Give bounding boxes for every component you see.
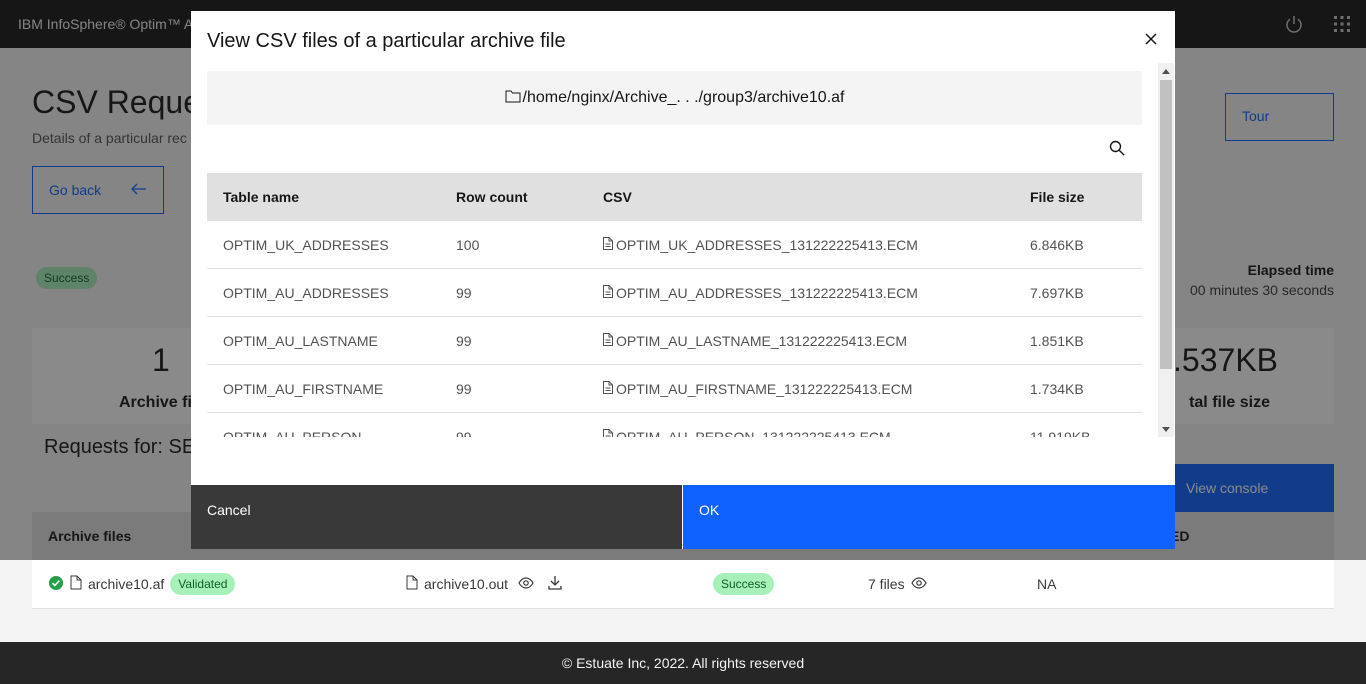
- page-footer: © Estuate Inc, 2022. All rights reserved: [0, 642, 1366, 684]
- csv-files-modal: View CSV files of a particular archive f…: [191, 11, 1175, 549]
- row-count-cell: 99: [456, 429, 472, 437]
- output-file-name[interactable]: archive10.out: [424, 576, 508, 592]
- csv-file-name: OPTIM_AU_LASTNAME_131222225413.ECM: [616, 333, 908, 349]
- file-size-cell: 1.734KB: [1030, 381, 1084, 397]
- files-count[interactable]: 7 files: [868, 576, 905, 592]
- table-name-cell: OPTIM_UK_ADDRESSES: [223, 237, 389, 253]
- csv-file-name: OPTIM_AU_PERSON_131222225413.ECM: [616, 429, 891, 437]
- csv-cell[interactable]: OPTIM_UK_ADDRESSES_131222225413.ECM: [603, 221, 918, 269]
- row-count-cell: 99: [456, 333, 472, 349]
- modal-scrollbar[interactable]: [1158, 63, 1174, 437]
- table-name-cell: OPTIM_AU_PERSON: [223, 429, 362, 437]
- files-cell: 7 files: [868, 560, 927, 608]
- table-name-cell: OPTIM_AU_FIRSTNAME: [223, 381, 384, 397]
- document-icon: [603, 285, 613, 301]
- check-circle-icon: [48, 575, 64, 594]
- status-badge: Success: [713, 573, 775, 595]
- csv-file-name: OPTIM_AU_ADDRESSES_131222225413.ECM: [616, 285, 918, 301]
- table-row: OPTIM_AU_FIRSTNAME 99 OPTIM_AU_FIRSTNAME…: [207, 365, 1142, 413]
- document-icon: [603, 333, 613, 349]
- table-name-cell: OPTIM_AU_ADDRESSES: [223, 285, 389, 301]
- scroll-down-icon[interactable]: [1158, 421, 1174, 437]
- archive-path-text: /home/nginx/Archive_. . ./group3/archive…: [522, 89, 845, 106]
- csv-table-header: Table name Row count CSV File size: [207, 173, 1142, 221]
- csv-cell[interactable]: OPTIM_AU_FIRSTNAME_131222225413.ECM: [603, 365, 912, 413]
- csv-cell[interactable]: OPTIM_AU_LASTNAME_131222225413.ECM: [603, 317, 907, 365]
- file-size-cell: 7.697KB: [1030, 285, 1084, 301]
- folder-icon: [505, 89, 521, 108]
- output-cell: archive10.out: [406, 560, 562, 608]
- document-icon: [406, 575, 418, 593]
- row-count-cell: 100: [456, 237, 480, 253]
- table-name-cell: OPTIM_AU_LASTNAME: [223, 333, 378, 349]
- file-size-cell: 1.851KB: [1030, 333, 1084, 349]
- col-table-name: Table name: [223, 189, 299, 205]
- validated-tag: Validated: [170, 573, 236, 595]
- row-count-cell: 99: [456, 285, 472, 301]
- status-cell: Success: [713, 560, 775, 608]
- scrollbar-thumb[interactable]: [1160, 80, 1172, 369]
- csv-cell[interactable]: OPTIM_AU_ADDRESSES_131222225413.ECM: [603, 269, 918, 317]
- close-icon[interactable]: [1135, 23, 1167, 55]
- document-icon: [70, 575, 82, 593]
- row-count-cell: 99: [456, 381, 472, 397]
- archive-path: /home/nginx/Archive_. . ./group3/archive…: [207, 71, 1142, 125]
- modal-body: /home/nginx/Archive_. . ./group3/archive…: [207, 71, 1142, 437]
- modal-footer: Cancel OK: [191, 485, 1175, 549]
- col-file-size: File size: [1030, 189, 1085, 205]
- search-icon[interactable]: [1109, 140, 1125, 161]
- csv-cell[interactable]: OPTIM_AU_PERSON_131222225413.ECM: [603, 413, 891, 437]
- document-icon: [603, 237, 613, 253]
- csv-file-name: OPTIM_AU_FIRSTNAME_131222225413.ECM: [616, 381, 913, 397]
- table-row: archive10.af Validated archive10.out Suc…: [32, 560, 1334, 609]
- document-icon: [603, 429, 613, 437]
- table-row: OPTIM_UK_ADDRESSES 100 OPTIM_UK_ADDRESSE…: [207, 221, 1142, 269]
- archive-file-name[interactable]: archive10.af: [88, 576, 164, 592]
- download-icon[interactable]: [548, 575, 562, 593]
- scroll-up-icon[interactable]: [1158, 63, 1174, 79]
- ok-button[interactable]: OK: [683, 485, 1175, 549]
- na-cell: NA: [1037, 560, 1056, 608]
- col-csv: CSV: [603, 189, 632, 205]
- file-size-cell: 11.919KB: [1030, 429, 1091, 437]
- table-row: OPTIM_AU_LASTNAME 99 OPTIM_AU_LASTNAME_1…: [207, 317, 1142, 365]
- csv-file-name: OPTIM_UK_ADDRESSES_131222225413.ECM: [616, 237, 918, 253]
- copyright-text: © Estuate Inc, 2022. All rights reserved: [561, 655, 805, 671]
- na-value: NA: [1037, 576, 1057, 592]
- csv-table: Table name Row count CSV File size OPTIM…: [207, 173, 1142, 437]
- archive-cell: archive10.af Validated: [48, 560, 236, 608]
- cancel-button[interactable]: Cancel: [191, 485, 682, 549]
- file-size-cell: 6.846KB: [1030, 237, 1084, 253]
- document-icon: [603, 381, 613, 397]
- view-icon[interactable]: [910, 576, 927, 592]
- table-row: OPTIM_AU_PERSON 99 OPTIM_AU_PERSON_13122…: [207, 413, 1142, 437]
- view-icon[interactable]: [518, 576, 534, 592]
- modal-title: View CSV files of a particular archive f…: [207, 30, 566, 52]
- col-row-count: Row count: [456, 189, 528, 205]
- table-row: OPTIM_AU_ADDRESSES 99 OPTIM_AU_ADDRESSES…: [207, 269, 1142, 317]
